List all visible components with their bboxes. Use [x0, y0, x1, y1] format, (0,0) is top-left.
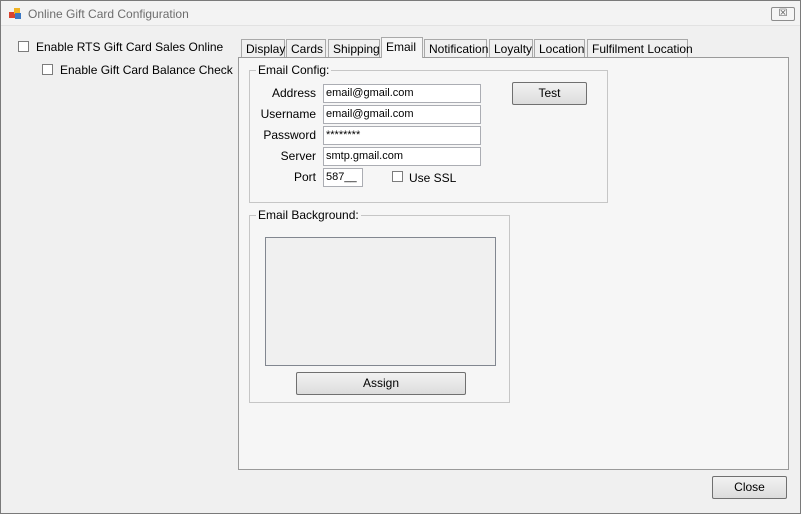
address-label: Address	[271, 86, 316, 100]
tab-label: Email	[386, 40, 417, 54]
tab-notification[interactable]: Notification	[424, 39, 489, 57]
tab-label: Shipping	[333, 42, 380, 56]
assign-button[interactable]: Assign	[296, 372, 466, 395]
tab-label: Fulfilment Location	[592, 42, 693, 56]
server-label: Server	[280, 149, 316, 163]
server-input[interactable]: smtp.gmail.com	[323, 147, 481, 166]
enable-rts-checkbox[interactable]	[18, 41, 29, 52]
enable-rts-label: Enable RTS Gift Card Sales Online	[36, 40, 224, 54]
tab-label: Location	[539, 42, 585, 56]
tab-display[interactable]: Display	[241, 39, 285, 57]
tab-email[interactable]: Email	[381, 37, 423, 58]
password-input[interactable]: ********	[323, 126, 481, 145]
password-label: Password	[263, 128, 316, 142]
tab-shipping[interactable]: Shipping	[328, 39, 380, 57]
email-background-group: Email Background: Assign	[249, 208, 510, 403]
app-icon	[9, 8, 21, 19]
tab-label: Notification	[429, 42, 489, 56]
use-ssl-label: Use SSL	[409, 171, 457, 185]
window-title: Online Gift Card Configuration	[28, 7, 189, 21]
username-input[interactable]: email@gmail.com	[323, 105, 481, 124]
tab-location[interactable]: Location	[534, 39, 585, 57]
username-label: Username	[260, 107, 316, 121]
dialog-window: Online Gift Card Configuration ☒ Enable …	[0, 0, 801, 514]
close-button[interactable]: Close	[712, 476, 787, 499]
email-background-preview[interactable]	[265, 237, 496, 366]
use-ssl-checkbox[interactable]	[392, 171, 403, 182]
enable-balance-check-label: Enable Gift Card Balance Check	[60, 63, 233, 77]
port-label: Port	[293, 170, 316, 184]
title-bar: Online Gift Card Configuration ☒	[1, 1, 800, 26]
email-tab-panel: Email Config: Address email@gmail.com Us…	[238, 57, 789, 470]
close-window-icon[interactable]: ☒	[771, 7, 795, 21]
tab-loyalty[interactable]: Loyalty	[489, 39, 533, 57]
tab-label: Display	[246, 42, 286, 56]
tab-cards[interactable]: Cards	[286, 39, 326, 57]
tab-fulfilment-location[interactable]: Fulfilment Location	[587, 39, 693, 57]
email-config-title: Email Config:	[256, 63, 332, 77]
enable-balance-check-checkbox[interactable]	[42, 64, 53, 75]
tab-label: Cards	[291, 42, 324, 56]
email-background-title: Email Background:	[256, 208, 361, 222]
test-button[interactable]: Test	[512, 82, 587, 105]
address-input[interactable]: email@gmail.com	[323, 84, 481, 103]
email-config-group: Email Config: Address email@gmail.com Us…	[249, 63, 608, 203]
tab-label: Loyalty	[494, 42, 533, 56]
port-input[interactable]: 587__	[323, 168, 363, 187]
